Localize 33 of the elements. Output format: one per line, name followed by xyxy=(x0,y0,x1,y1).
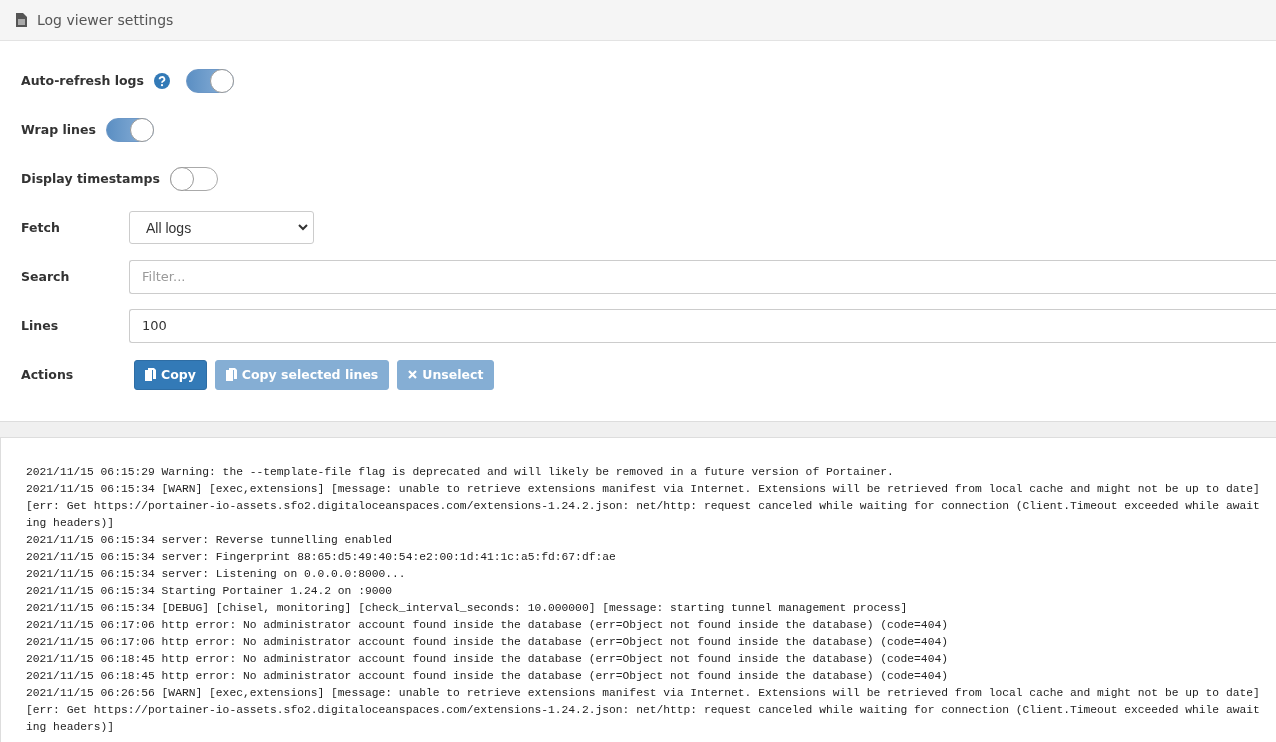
action-button[interactable]: Copy xyxy=(134,359,207,390)
panel-title: Log viewer settings xyxy=(37,11,174,28)
toggle-switch[interactable] xyxy=(105,117,154,142)
setting-label: Search xyxy=(21,269,71,284)
document-icon xyxy=(16,12,27,27)
setting-label: Lines xyxy=(21,318,60,333)
log-line: 2021/11/15 06:15:34 [WARN] [exec,extensions] [message: unable to retrieve extensions manifest via Internet. Extensions will be retrieved from local cache and might not be up to date] [err: Get https://portainer-io-assets.sfo2.digitaloceanspaces.com/extensions-1.24.2.json: net/http: request canceled while waiting for connection (Client.Timeout exceeded while awaiting headers)] xyxy=(26,482,1260,531)
setting-label: Auto-refresh logs xyxy=(21,73,144,88)
log-line: 2021/11/15 06:15:34 server: Fingerprint 88:65:d5:49:40:54:e2:00:1d:41:1c:a5:fd:67:df:ae xyxy=(26,550,617,565)
setting-label: Fetch xyxy=(21,220,61,235)
log-line: 2021/11/15 06:18:45 http error: No administrator account found inside the database (err=Object not found inside the database) (code=404) xyxy=(26,669,949,684)
setting-label: Actions xyxy=(21,367,75,382)
copy-icon xyxy=(225,368,237,381)
log-line: 2021/11/15 06:18:45 http error: No administrator account found inside the database (err=Object not found inside the database) (code=404) xyxy=(26,652,949,667)
toggle-switch[interactable] xyxy=(186,68,234,93)
setting-label: Wrap lines xyxy=(21,122,96,137)
log-line: 2021/11/15 06:15:34 server: Reverse tunnelling enabled xyxy=(26,533,394,548)
log-line: 2021/11/15 06:17:06 http error: No administrator account found inside the database (err=Object not found inside the database) (code=404) xyxy=(26,618,949,633)
copy-icon xyxy=(145,368,156,381)
input-field[interactable]: Filter... xyxy=(129,259,1276,294)
log-line: 2021/11/15 06:26:56 [WARN] [exec,extensions] [message: unable to retrieve extensions manifest via Internet. Extensions will be retrieved from local cache and might not be up to date] [err: Get https://portainer-io-assets.sfo2.digitaloceanspaces.com/extensions-1.24.2.json: net/http: request canceled while waiting for connection (Client.Timeout exceeded while awaiting headers)] xyxy=(26,686,1260,735)
chevron-down-icon xyxy=(298,224,308,231)
log-line: 2021/11/15 06:15:34 [DEBUG] [chisel, monitoring] [check_interval_seconds: 10.000000] [message: starting tunnel management process] xyxy=(26,601,909,616)
close-icon xyxy=(408,370,418,379)
log-line: 2021/11/15 06:15:34 Starting Portainer 1.24.2 on :9000 xyxy=(26,584,394,599)
log-line: 2021/11/15 06:17:06 http error: No administrator account found inside the database (err=Object not found inside the database) (code=404) xyxy=(26,635,949,650)
toggle-switch[interactable] xyxy=(169,166,218,191)
log-line: 2021/11/15 06:15:29 Warning: the --template-file flag is deprecated and will likely be removed in a future version of Portainer. xyxy=(26,465,895,480)
fetch-dropdown[interactable]: All logs xyxy=(129,211,314,244)
log-line: 2021/11/15 06:15:34 server: Listening on 0.0.0.0:8000... xyxy=(26,567,407,582)
help-icon[interactable] xyxy=(154,72,170,89)
setting-label: Display timestamps xyxy=(21,171,160,186)
input-field[interactable]: 100 xyxy=(129,308,1276,343)
